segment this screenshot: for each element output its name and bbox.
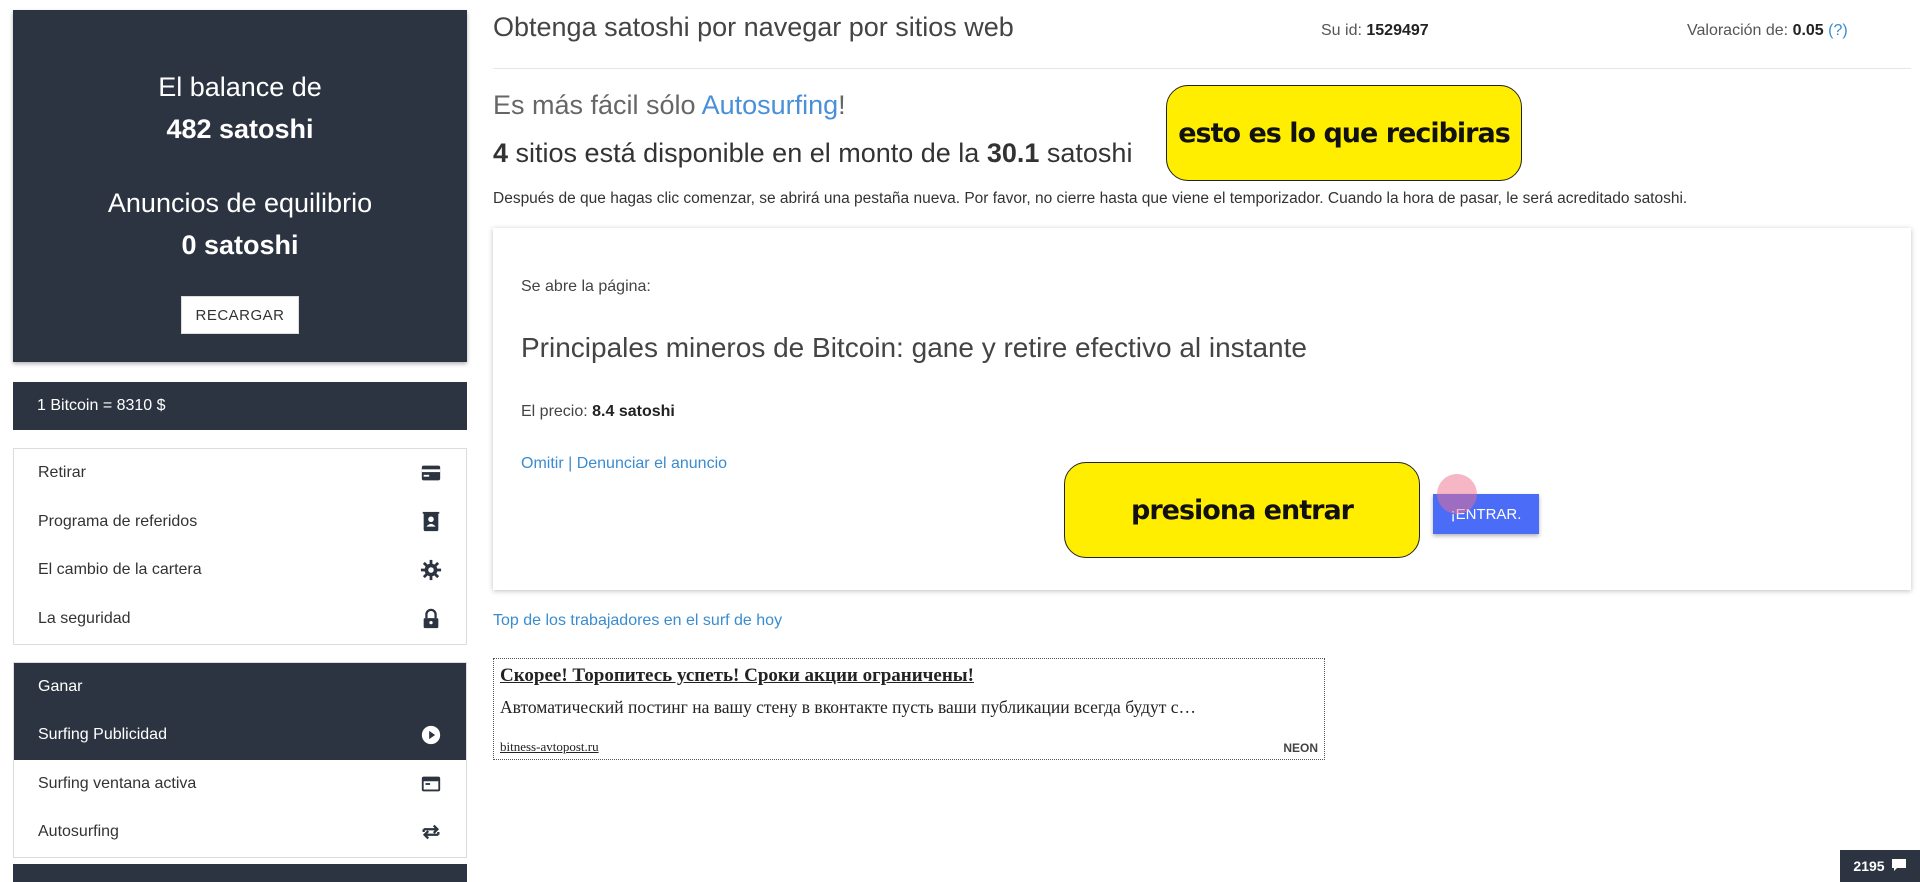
promo-domain[interactable]: bitness-avtopost.ru	[500, 739, 599, 755]
sidebar-item-label: Autosurfing	[38, 823, 119, 841]
sidebar-item-autosurfing[interactable]: Autosurfing	[14, 808, 466, 857]
price-value: 8.4 satoshi	[592, 403, 675, 420]
sidebar-item-wallet[interactable]: El cambio de la cartera	[14, 546, 466, 595]
sites-amount: 30.1	[986, 138, 1040, 168]
gear-icon	[420, 559, 442, 581]
easier-suffix: !	[838, 90, 846, 120]
rating: Valoración de: 0.05 (?)	[1687, 22, 1848, 40]
ads-balance-label: Anuncios de equilibrio	[107, 188, 373, 218]
credit-card-icon	[420, 462, 442, 484]
ad-title: Principales mineros de Bitcoin: gane y r…	[521, 332, 1307, 363]
report-ad-link[interactable]: Denunciar el anuncio	[577, 455, 727, 472]
autosurfing-promo: Es más fácil sólo Autosurfing!	[493, 90, 846, 121]
contact-book-icon	[420, 511, 442, 533]
earn-header: Ganar	[14, 663, 466, 711]
promo-title[interactable]: Скорее! Торопитесь успеть! Сроки акции о…	[500, 665, 1318, 687]
autosurfing-link[interactable]: Autosurfing	[702, 90, 839, 120]
easier-prefix: Es más fácil sólo	[493, 90, 702, 120]
sidebar-item-label: Surfing Publicidad	[38, 726, 167, 744]
sidebar-item-surfing-window[interactable]: Surfing ventana activa	[14, 760, 466, 809]
page-title: Obtenga satoshi por navegar por sitios w…	[493, 12, 1014, 42]
instructions-text: Después de que hagas clic comenzar, se a…	[493, 190, 1688, 207]
sidebar-next-section	[13, 864, 467, 882]
window-icon	[420, 773, 442, 795]
callout-receive: esto es lo que recibiras	[1166, 85, 1522, 181]
opens-label: Se abre la página:	[521, 278, 651, 295]
user-id: Su id: 1529497	[1321, 22, 1429, 40]
sidebar-item-label: Surfing ventana activa	[38, 774, 197, 792]
link-separator: |	[563, 455, 577, 472]
header-divider	[493, 68, 1911, 69]
sidebar-item-referrals[interactable]: Programa de referidos	[14, 498, 466, 547]
counter-value: 2195	[1853, 858, 1885, 874]
main-content: Obtenga satoshi por navegar por sitios w…	[493, 0, 1911, 882]
sidebar-item-security[interactable]: La seguridad	[14, 595, 466, 644]
rating-value: 0.05	[1792, 22, 1824, 39]
sidebar-item-withdraw[interactable]: Retirar	[14, 449, 466, 498]
sidebar-item-label: Programa de referidos	[38, 512, 198, 530]
chat-icon	[1891, 858, 1907, 875]
repeat-icon	[420, 821, 442, 843]
bitcoin-rate: 1 Bitcoin = 8310 $	[13, 382, 467, 430]
click-indicator	[1437, 474, 1477, 514]
top-workers-link[interactable]: Top de los trabajadores en el surf de ho…	[493, 612, 782, 630]
rating-help-link[interactable]: (?)	[1828, 22, 1848, 39]
earn-menu: Ganar Surfing Publicidad Surfing ventana…	[13, 662, 467, 858]
chat-counter-badge[interactable]: 2195	[1840, 850, 1920, 882]
callout-press-enter: presiona entrar	[1064, 462, 1420, 558]
skip-link[interactable]: Omitir	[521, 455, 564, 472]
lock-icon	[420, 608, 442, 630]
sites-mid: sitios está disponible en el monto de la	[508, 138, 987, 168]
price-label: El precio:	[521, 403, 588, 420]
ad-links: Omitir | Denunciar el anuncio	[521, 455, 727, 473]
balance-card: El balance de 482 satoshi Anuncios de eq…	[13, 10, 467, 362]
ads-balance-value: 0 satoshi	[181, 230, 299, 260]
balance-value: 482 satoshi	[166, 114, 314, 144]
promo-text: Автоматический постинг на вашу стену в в…	[500, 697, 1197, 717]
play-circle-icon	[420, 724, 442, 746]
sidebar-item-surfing-ads[interactable]: Surfing Publicidad	[14, 711, 466, 760]
sidebar-item-label: La seguridad	[38, 609, 131, 627]
sidebar-item-label: El cambio de la cartera	[38, 561, 202, 579]
account-menu: Retirar Programa de referidos El cambio …	[13, 448, 467, 645]
ad-price: El precio: 8.4 satoshi	[521, 403, 675, 421]
user-id-label: Su id:	[1321, 22, 1362, 39]
rating-label: Valoración de:	[1687, 22, 1789, 39]
sites-count: 4	[493, 138, 509, 168]
user-id-value: 1529497	[1366, 22, 1429, 39]
sites-unit: satoshi	[1039, 138, 1133, 168]
sidebar-item-label: Retirar	[38, 464, 87, 482]
balance-label: El balance de	[158, 72, 322, 102]
sites-available: 4 sitios está disponible en el monto de …	[493, 138, 1132, 169]
promo-brand: NEON	[1283, 741, 1318, 755]
promo-banner[interactable]: Скорее! Торопитесь успеть! Сроки акции о…	[493, 658, 1325, 760]
reload-button[interactable]: RECARGAR	[181, 296, 299, 334]
